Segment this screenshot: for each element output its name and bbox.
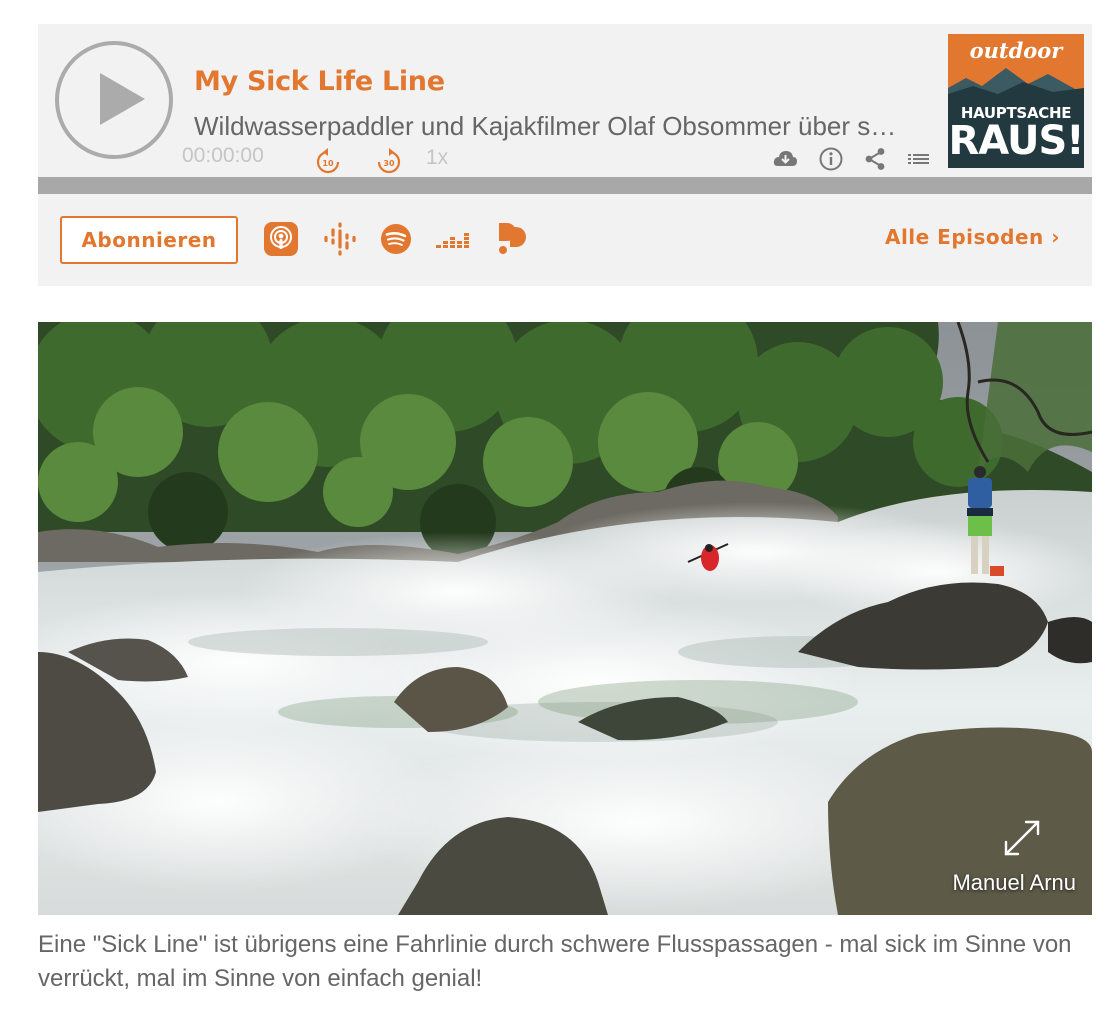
progress-bar[interactable] [38, 177, 1092, 194]
info-icon[interactable] [818, 146, 844, 172]
spotify-icon[interactable] [378, 221, 414, 257]
current-time: 00:00:00 [182, 144, 264, 167]
share-icon[interactable] [862, 146, 888, 172]
skip-forward-label: 30 [383, 159, 395, 168]
deezer-icon[interactable] [434, 221, 470, 257]
photo-kayaker-rapids [38, 322, 1092, 915]
photo-credit: Manuel Arnu [952, 870, 1076, 895]
episode-title[interactable]: My Sick Life Line [194, 66, 445, 97]
download-icon[interactable] [772, 146, 798, 172]
playback-speed[interactable]: 1x [426, 146, 448, 170]
play-icon [100, 73, 145, 125]
article-photo: Manuel Arnu [38, 322, 1092, 915]
podimo-icon[interactable] [494, 221, 530, 257]
podcast-player: My Sick Life Line Wildwasserpaddler und … [38, 24, 1092, 286]
play-button[interactable] [55, 41, 173, 159]
episode-description: Wildwasserpaddler und Kajakfilmer Olaf O… [194, 111, 908, 141]
skip-back-label: 10 [322, 159, 334, 168]
apple-podcasts-icon[interactable] [263, 221, 299, 257]
playlist-icon[interactable] [906, 146, 932, 172]
cover-outdoor-text: outdoor [969, 38, 1063, 63]
podcast-cover: outdoor HAUPTSACHE RAUS! [948, 34, 1084, 168]
mountain-icon [948, 68, 1084, 104]
cover-line2: RAUS! [948, 118, 1084, 164]
skip-back-button[interactable]: 10 [314, 147, 342, 175]
skip-forward-button[interactable]: 30 [375, 147, 403, 175]
expand-icon[interactable] [998, 814, 1046, 862]
photo-caption: Eine "Sick Line" ist übrigens eine Fahrl… [38, 931, 1072, 992]
google-podcasts-icon[interactable] [322, 221, 358, 257]
all-episodes-link[interactable]: Alle Episoden › [885, 225, 1060, 249]
subscribe-button[interactable]: Abonnieren [60, 216, 238, 264]
